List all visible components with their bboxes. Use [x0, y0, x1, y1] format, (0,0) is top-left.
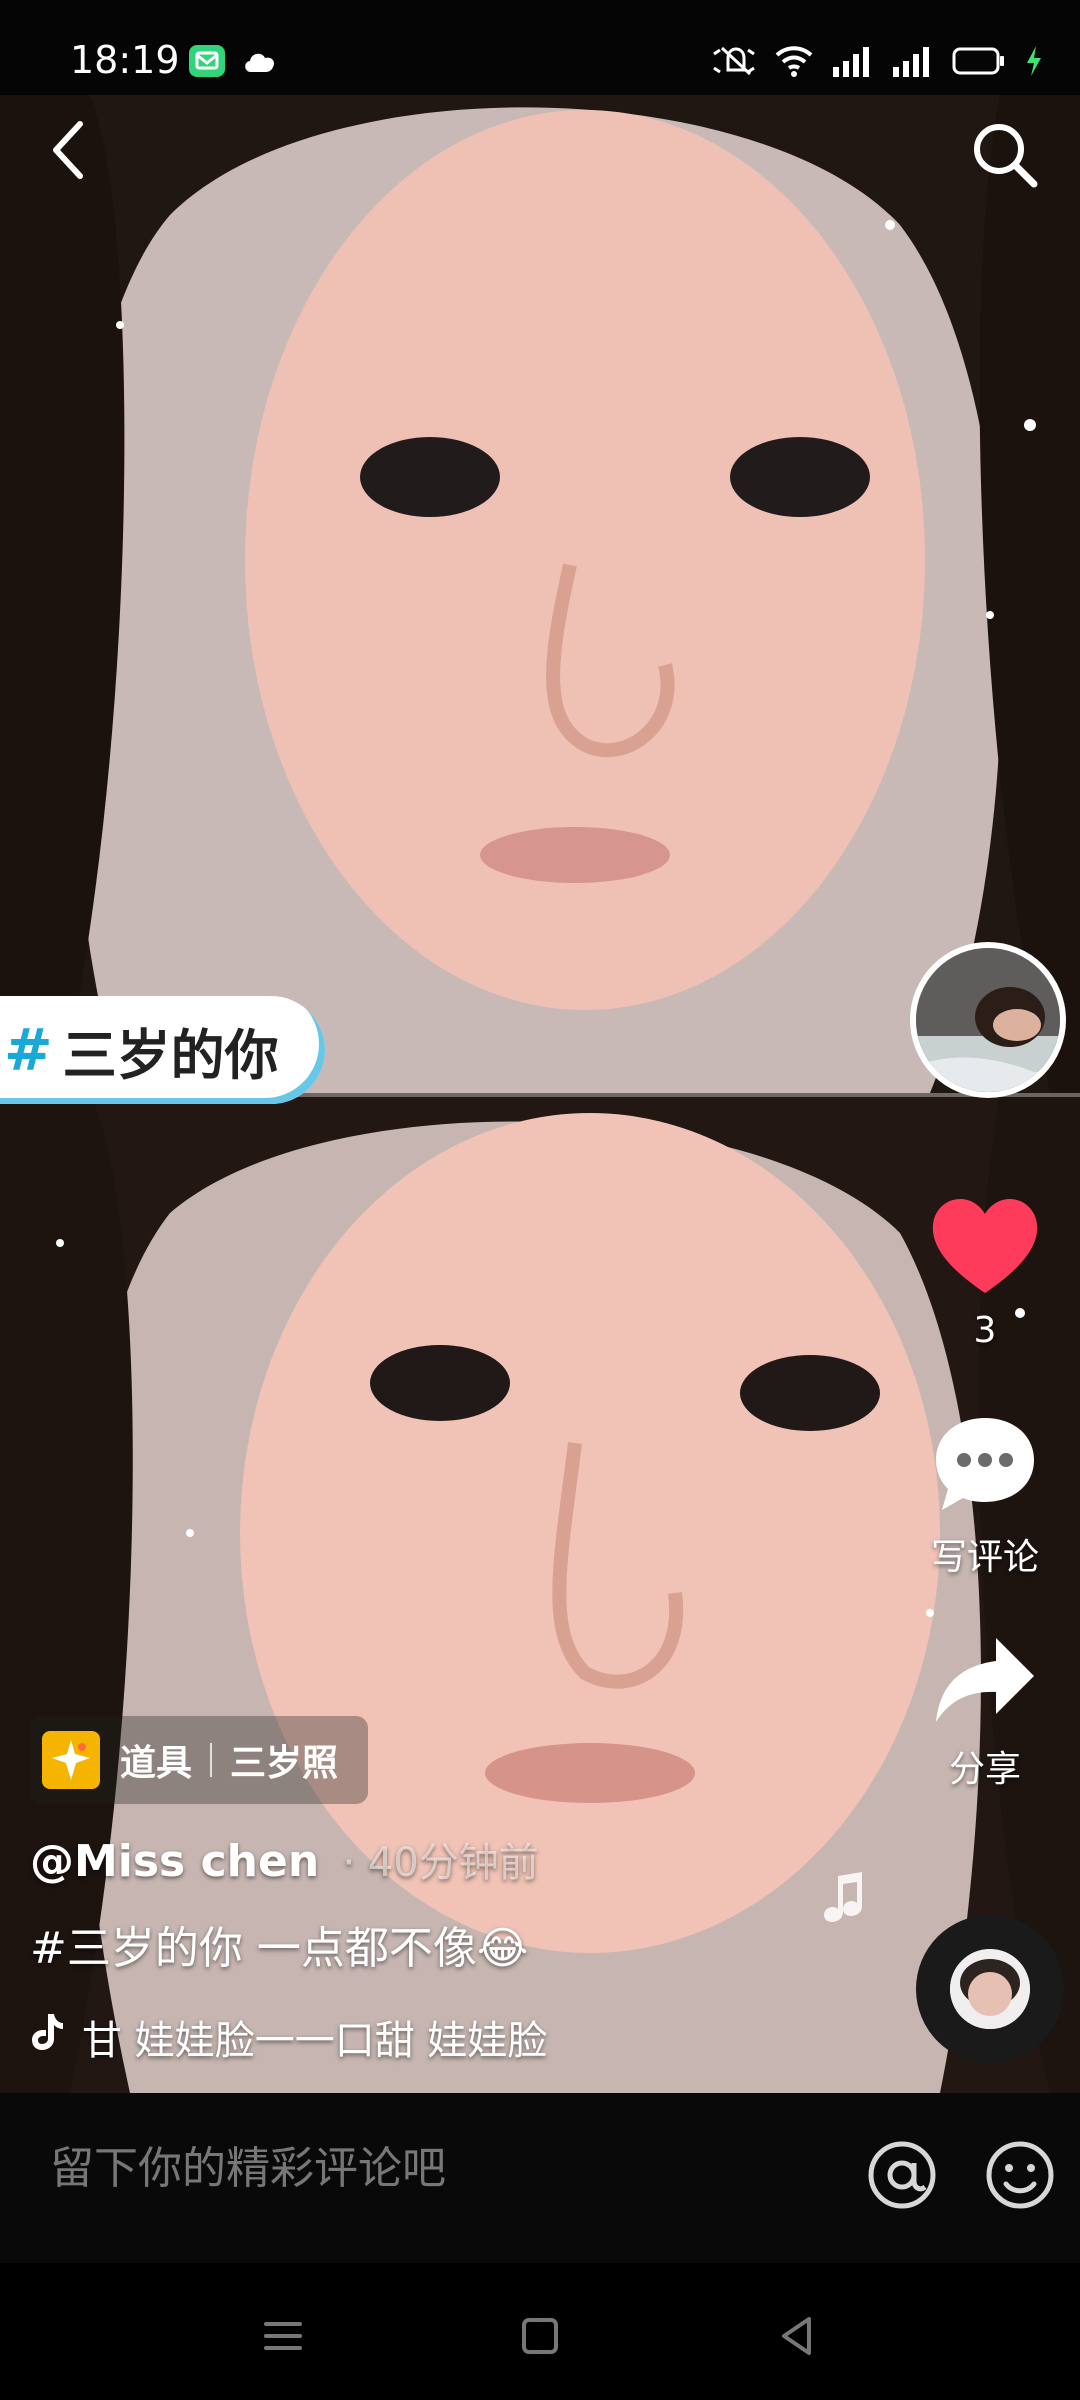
recent-apps-icon[interactable] — [258, 2311, 308, 2361]
system-back-icon[interactable] — [772, 2311, 822, 2361]
music-info[interactable]: 甘 娃娃脸一一口甜 娃娃脸 — [30, 2008, 590, 2066]
search-icon[interactable] — [968, 118, 1042, 192]
cloud-icon — [242, 48, 278, 78]
status-left-icons — [188, 44, 278, 82]
author-name[interactable]: @Miss chen — [30, 1836, 319, 1887]
hashtag-banner-text: 三岁的你 — [62, 1023, 279, 1087]
music-note-icon — [820, 1870, 866, 1924]
hashtag-banner: # 三岁的你 — [0, 996, 325, 1104]
comment-label: 写评论 — [930, 1537, 1039, 1578]
tiktok-music-icon — [30, 2012, 64, 2062]
message-app-icon — [188, 44, 226, 82]
status-time: 18:19 — [70, 38, 180, 82]
video-caption[interactable]: #三岁的你 一点都不像😂 — [30, 1912, 528, 1976]
signal-icon — [892, 45, 934, 81]
comment-icon[interactable] — [930, 1418, 1040, 1520]
prop-label: 道具 — [120, 1743, 193, 1784]
author-line[interactable]: @Miss chen · 40分钟前 — [30, 1830, 539, 1888]
signal-icon — [832, 45, 874, 81]
home-icon[interactable] — [515, 2311, 565, 2361]
mention-icon[interactable] — [862, 2135, 942, 2215]
share-icon[interactable] — [930, 1638, 1040, 1732]
charging-icon — [1024, 45, 1044, 81]
system-navigation-bar — [0, 2263, 1080, 2400]
status-right-icons — [712, 44, 1044, 82]
status-bar: 18:19 — [0, 0, 1080, 95]
heart-icon[interactable] — [929, 1199, 1041, 1302]
prop-chip[interactable]: 道具 三岁照 — [30, 1716, 368, 1804]
music-disc[interactable] — [916, 1915, 1064, 2063]
wifi-icon — [774, 44, 814, 82]
comment-input[interactable] — [50, 2143, 810, 2194]
hashtag-symbol: # — [4, 1016, 53, 1084]
silent-icon — [712, 44, 756, 82]
top-face-photo — [0, 95, 1080, 1093]
back-icon[interactable] — [40, 118, 104, 182]
prop-separator — [210, 1743, 213, 1777]
battery-icon — [952, 46, 1006, 80]
author-avatar[interactable] — [910, 942, 1066, 1098]
share-label: 分享 — [948, 1749, 1021, 1790]
comment-action[interactable]: 写评论 — [900, 1412, 1070, 1580]
music-title: 甘 娃娃脸一一口甜 娃娃脸 — [82, 2018, 548, 2064]
post-time: · 40分钟前 — [342, 1840, 539, 1886]
like-count: 3 — [973, 1310, 997, 1351]
prop-name: 三岁照 — [230, 1743, 339, 1784]
like-action[interactable]: 3 — [900, 1196, 1070, 1351]
comment-bar — [0, 2093, 1080, 2263]
share-action[interactable]: 分享 — [900, 1632, 1070, 1792]
magic-effect-icon — [42, 1731, 100, 1789]
music-cover-avatar — [950, 1949, 1030, 2029]
emoji-icon[interactable] — [980, 2135, 1060, 2215]
